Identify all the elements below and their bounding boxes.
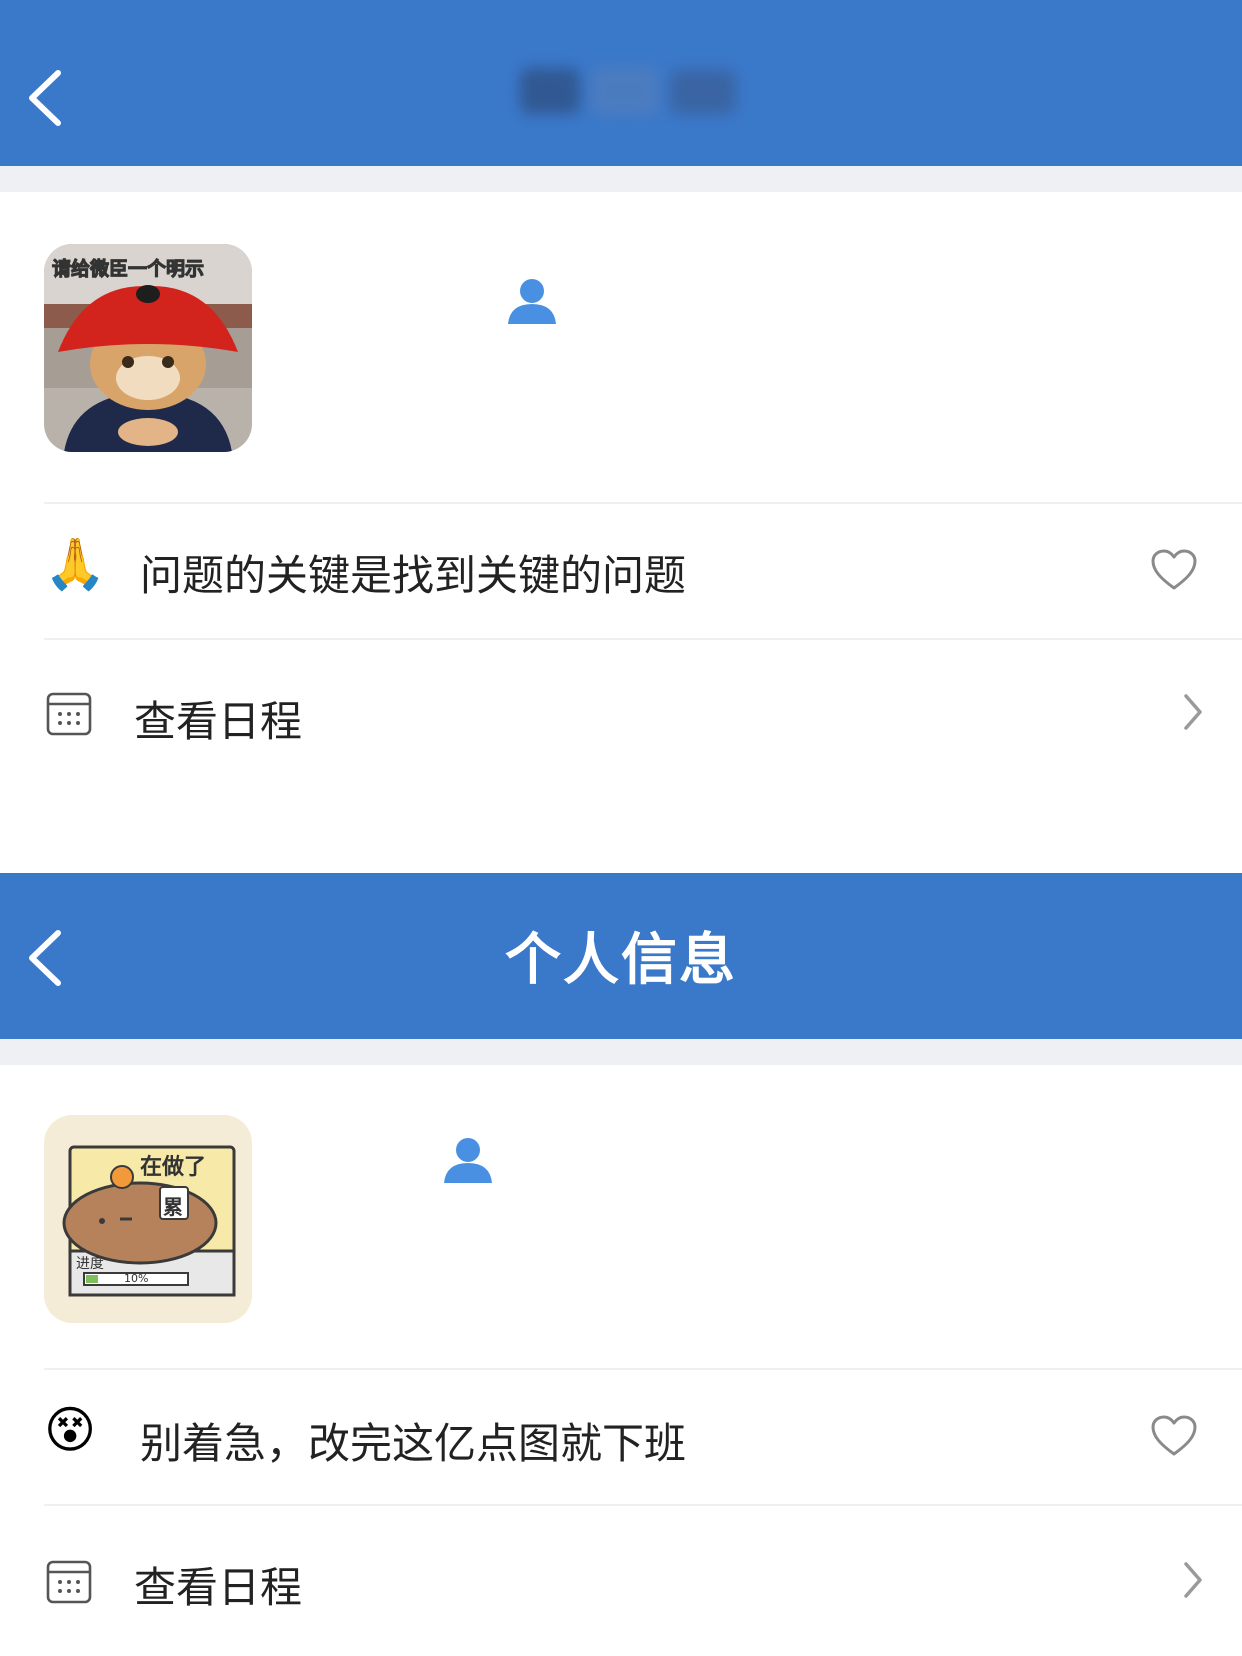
avatar-caption: 在做了 — [140, 1155, 207, 1180]
schedule-row[interactable]: 查看日程 — [0, 1506, 1242, 1656]
signature-row: 😵 别着急，改完这亿点图就下班 — [0, 1370, 1242, 1504]
calendar-icon — [46, 1560, 92, 1604]
calendar-icon — [46, 692, 92, 736]
signature-text: 问题的关键是找到关键的问题 — [140, 551, 687, 600]
avatar[interactable]: 请给微臣一个明示 — [44, 244, 252, 452]
person-icon — [508, 279, 556, 324]
signature-text: 别着急，改完这亿点图就下班 — [140, 1419, 687, 1468]
nav-header: 个人信息 — [0, 873, 1242, 1039]
person-icon — [444, 1138, 492, 1183]
avatar-caption: 请给微臣一个明示 — [51, 258, 205, 281]
avatar-progress-label: 进度 — [76, 1256, 104, 1272]
schedule-label: 查看日程 — [134, 697, 303, 746]
chevron-right-icon — [1184, 694, 1202, 730]
avatar-badge: 累 — [163, 1195, 183, 1219]
signature-row: 🙏 问题的关键是找到关键的问题 — [0, 504, 1242, 638]
section-gap — [0, 166, 1242, 192]
chevron-left-icon — [29, 70, 61, 126]
schedule-label: 查看日程 — [134, 1563, 303, 1612]
section-gap — [0, 1039, 1242, 1065]
nav-header — [0, 0, 1242, 166]
profile-screen-1: 请给微臣一个明示 🙏 问题的关键是找到关键的问题 查看日程 — [0, 0, 1242, 790]
avatar[interactable]: 在做了 累 进度 10% — [44, 1115, 252, 1323]
profile-card: 请给微臣一个明示 🙏 问题的关键是找到关键的问题 查看日程 — [0, 192, 1242, 790]
page-title: 个人信息 — [505, 928, 737, 993]
back-button[interactable] — [22, 63, 72, 133]
profile-card: 在做了 累 进度 10% 😵 别着急，改完这亿点图就下班 查看日程 — [0, 1065, 1242, 1656]
avatar-progress-value: 10% — [124, 1272, 149, 1285]
schedule-row[interactable]: 查看日程 — [0, 640, 1242, 790]
pray-emoji-icon: 🙏 — [44, 535, 107, 593]
heart-outline-icon[interactable] — [1150, 548, 1198, 592]
profile-screen-2: 个人信息 在做了 累 进度 10% 😵 别着急，改完这亿点图就下班 查看日程 — [0, 873, 1242, 1656]
dizzy-face-emoji-icon: 😵 — [44, 1401, 97, 1459]
capybara-progress-avatar — [44, 1115, 252, 1323]
heart-outline-icon[interactable] — [1150, 1414, 1198, 1458]
blurred-title — [520, 66, 736, 116]
chevron-right-icon — [1184, 1562, 1202, 1598]
